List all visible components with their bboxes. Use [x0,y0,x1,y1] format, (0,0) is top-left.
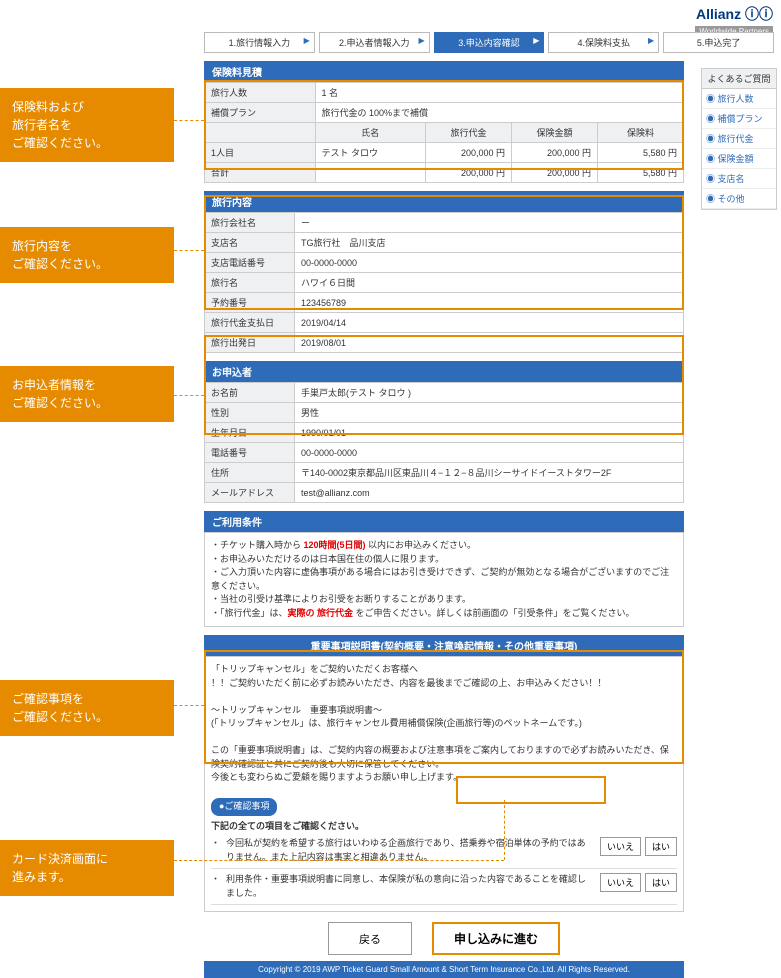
callout-premium: 保険料および 旅行者名を ご確認ください。 [0,88,174,162]
important-body: 「トリップキャンセル」をご契約いただくお客様へ ！！ご契約いただく前に必ずお読み… [204,656,684,912]
step-3: 3.申込内容確認▶ [434,32,545,53]
chevron-right-icon: ▶ [418,36,424,45]
back-button[interactable]: 戻る [328,922,412,955]
value: 1 名 [315,83,683,103]
confirm-item: ・今回私が契約を希望する旅行はいわゆる企画旅行であり、搭乗券や宿泊単体の予約では… [211,833,677,869]
confirm-lead: 下記の全ての項目をご確認ください。 [211,820,677,834]
action-buttons: 戻る 申し込みに進む [204,922,684,955]
chevron-right-icon: ▶ [648,36,654,45]
step-1: 1.旅行情報入力▶ [204,32,315,53]
premium-table: 旅行人数1 名 補償プラン旅行代金の 100%まで補償 氏名旅行代金保険金額保険… [204,82,684,183]
section-important-header: 重要事項説明書(契約概要・注意喚起情報・その他重要事項) [204,635,684,656]
step-2: 2.申込者情報入力▶ [319,32,430,53]
section-premium-header: 保険料見積 [204,61,684,82]
chevron-right-icon: ▶ [304,36,310,45]
yes-button[interactable]: はい [645,873,677,892]
section-applicant-header: お申込者 [204,361,684,382]
step-4: 4.保険料支払▶ [548,32,659,53]
table-row: 1人目テスト タロウ200,000 円200,000 円5,580 円 [205,143,684,163]
connector [504,800,505,860]
value: 旅行代金の 100%まで補償 [315,103,683,123]
table-row-total: 合計200,000 円200,000 円5,580 円 [205,163,684,183]
connector [174,860,504,861]
label: 補償プラン [205,103,316,123]
terms-body: ・チケット購入時から 120時間(5日間) 以内にお申込みください。 ・お申込み… [204,532,684,627]
confirm-item: ・利用条件・重要事項説明書に同意し、本保険が私の意向に沿った内容であることを確認… [211,869,677,905]
callout-confirm: ご確認事項を ご確認ください。 [0,680,174,736]
connector [174,395,204,396]
trip-table: 旅行会社名ー 支店名TG旅行社 品川支店 支店電話番号00-0000-0000 … [204,212,684,353]
applicant-table: お名前手巣戸太郎(テスト タロウ ) 性別男性 生年月日1990/01/01 電… [204,382,684,503]
no-button[interactable]: いいえ [600,837,641,856]
callout-payment: カード決済画面に 進みます。 [0,840,174,896]
callout-applicant: お申込者情報を ご確認ください。 [0,366,174,422]
label: 旅行人数 [205,83,316,103]
section-terms-header: ご利用条件 [204,511,684,532]
chevron-right-icon: ▶ [533,36,539,45]
confirm-header: ●ご確認事項 [211,798,277,816]
progress-steps: 1.旅行情報入力▶ 2.申込者情報入力▶ 3.申込内容確認▶ 4.保険料支払▶ … [204,32,774,53]
connector [174,120,204,121]
section-trip-header: 旅行内容 [204,191,684,212]
callout-trip: 旅行内容を ご確認ください。 [0,227,174,283]
connector [174,250,204,251]
footer: Copyright © 2019 AWP Ticket Guard Small … [204,961,684,978]
no-button[interactable]: いいえ [600,873,641,892]
connector [174,705,204,706]
yes-button[interactable]: はい [645,837,677,856]
step-5: 5.申込完了 [663,32,774,53]
next-button[interactable]: 申し込みに進む [432,922,560,955]
